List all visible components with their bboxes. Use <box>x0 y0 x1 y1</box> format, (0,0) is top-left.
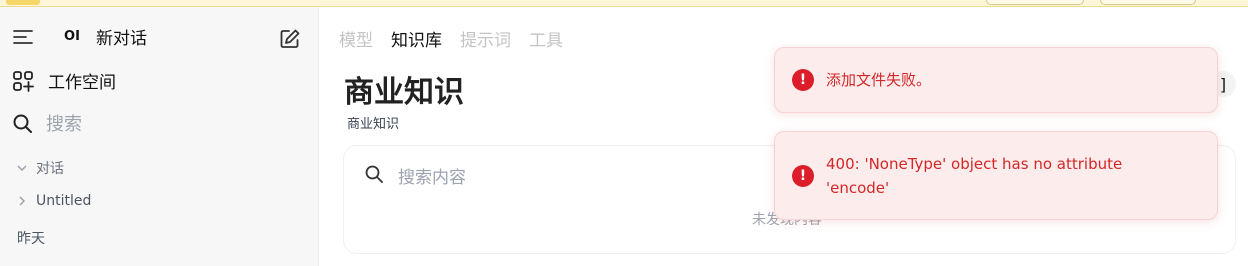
page-subtitle: 商业知识 <box>347 117 400 132</box>
grid-plus-icon <box>12 70 34 92</box>
date-header: 昨天 <box>17 231 45 247</box>
banner-button-1[interactable] <box>986 0 1084 5</box>
workspace-tabs: 模型 知识库 提示词 工具 <box>339 26 563 51</box>
folder-toggle[interactable]: Untitled <box>16 193 91 209</box>
sidebar-search-input[interactable]: 搜索 <box>46 110 82 136</box>
folder-label: Untitled <box>36 193 92 209</box>
error-toast[interactable]: ! 添加文件失败。 <box>774 47 1218 113</box>
edit-icon[interactable] <box>278 27 302 51</box>
sidebar-item-workspace[interactable]: 工作空间 <box>12 68 116 93</box>
tab-tools[interactable]: 工具 <box>529 26 563 51</box>
error-toast[interactable]: ! 400: 'NoneType' object has no attribut… <box>774 131 1218 220</box>
banner-button-2[interactable] <box>1100 0 1196 5</box>
chevron-right-icon <box>16 195 28 207</box>
sidebar-search[interactable]: 搜索 <box>12 110 82 136</box>
toast-message: 400: 'NoneType' object has no attribute … <box>826 154 1123 197</box>
workspace-label: 工作空间 <box>48 73 116 93</box>
app-logo: OI <box>64 29 80 44</box>
menu-icon[interactable] <box>12 26 34 48</box>
tab-models[interactable]: 模型 <box>339 26 373 51</box>
tab-prompts[interactable]: 提示词 <box>460 26 511 51</box>
toast-message: 添加文件失败。 <box>826 71 932 89</box>
top-banner <box>0 0 1248 7</box>
error-circle-icon: ! <box>792 164 814 187</box>
new-chat-row[interactable]: OI 新对话 <box>12 24 147 49</box>
chevron-down-icon <box>16 162 28 174</box>
banner-accent <box>6 0 40 5</box>
page-title: 商业知识 <box>344 75 464 110</box>
sidebar: OI 新对话 工作空间 搜索 对话 Untitled 昨天 <box>0 7 319 266</box>
chat-group-label: 对话 <box>36 161 64 177</box>
tab-knowledge[interactable]: 知识库 <box>391 26 442 51</box>
search-icon <box>12 113 33 134</box>
content-search-input[interactable]: 搜索内容 <box>398 163 466 188</box>
search-icon <box>364 164 384 184</box>
chat-group-toggle[interactable]: 对话 <box>16 158 64 178</box>
new-chat-label[interactable]: 新对话 <box>96 24 147 49</box>
error-circle-icon: ! <box>792 69 814 91</box>
